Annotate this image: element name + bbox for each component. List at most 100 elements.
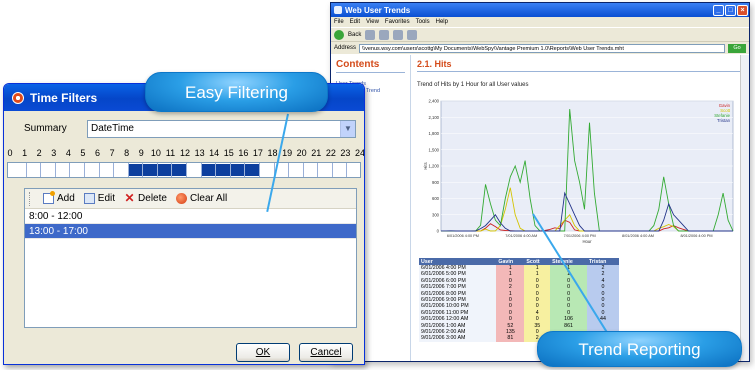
hour-label: 14 [209,148,220,158]
y-tick-label: 2,400 [429,99,440,104]
browser-window: Web User Trends _ □ × File Edit View Fav… [330,2,750,362]
y-axis-label: Hits [423,162,428,169]
hour-label: 6 [94,148,101,158]
add-button[interactable]: Add [43,191,75,204]
menu-edit[interactable]: Edit [350,19,360,25]
hour-tick [288,163,290,177]
browser-titlebar: Web User Trends _ □ × [331,3,749,17]
hour-label: 15 [223,148,234,158]
hour-label: 7 [109,148,115,158]
menu-tools[interactable]: Tools [416,19,430,25]
summary-select[interactable]: DateTime ▼ [87,120,356,138]
hour-tick [69,163,71,177]
clear-all-icon [175,193,187,204]
summary-value: DateTime [91,123,134,134]
go-button[interactable]: Go [728,43,746,53]
hour-label: 24 [354,148,365,158]
chevron-down-icon[interactable]: ▼ [340,121,355,137]
hour-tick [156,163,158,177]
report-section-title: 2.1. Hits [417,59,743,72]
cancel-button[interactable]: Cancel [299,343,353,362]
hour-tick [54,163,56,177]
hour-tick [244,163,246,177]
clear-all-button[interactable]: Clear All [175,193,227,204]
home-icon[interactable] [407,29,418,40]
hour-tick [229,163,231,177]
y-tick-label: 2,100 [429,115,440,120]
hour-tick [98,163,100,177]
edit-label: Edit [97,193,116,204]
delete-icon: ✕ [124,191,135,205]
hour-label: 10 [150,148,161,158]
close-icon[interactable]: × [737,4,748,16]
hour-label: 1 [22,148,28,158]
refresh-icon[interactable] [393,29,404,40]
filter-toolbar: Add Edit ✕ Delete Clear All [25,189,356,209]
hour-label: 18 [267,148,278,158]
hour-tick [83,163,85,177]
hour-tick [258,163,260,177]
hour-label: 9 [138,148,144,158]
x-tick-label: 7/01/2006 4:00 PM [564,234,596,238]
hour-label: 17 [252,148,263,158]
hour-tick [25,163,27,177]
hour-scale: 0 1 2 3 4 5 6 7 8 9 10 11 12 13 14 15 16 17 18 19 20 21 22 23 24 [4,148,365,160]
hour-tick [215,163,217,177]
hour-tick [317,163,319,177]
hour-tick [302,163,304,177]
y-tick-label: 600 [432,196,440,201]
hour-label: 4 [65,148,71,158]
menu-file[interactable]: File [334,19,344,25]
column-header: Gavin [496,258,525,265]
address-input[interactable]: \\venus.wsy.com\users\scottg\My Document… [359,43,725,53]
column-header: User [419,258,497,265]
y-tick-label: 1,500 [429,147,440,152]
y-tick-label: 1,200 [429,164,440,169]
filter-list-item-selected[interactable]: 13:00 - 17:00 [25,224,356,239]
hour-label: 0 [7,148,13,158]
hour-label: 11 [165,148,176,158]
address-bar: Address \\venus.wsy.com\users\scottg\My … [331,41,749,54]
hour-label: 2 [36,148,42,158]
back-icon[interactable] [334,29,344,40]
table-cell: 9/01/2006 3:00 AM [419,335,497,342]
x-tick-label: 8/01/2006 4:00 AM [622,234,654,238]
x-axis-label: Hour [582,239,592,244]
report-subtitle: Trend of Hits by 1 Hour for all User val… [417,82,529,88]
hour-label: 20 [296,148,307,158]
browser-toolbar: Back [331,27,749,41]
hour-label: 16 [238,148,249,158]
edit-button[interactable]: Edit [83,193,116,204]
hour-tick [186,163,187,177]
hour-label: 13 [194,148,205,158]
ok-button[interactable]: OK [236,343,290,362]
hour-timeline[interactable] [7,162,361,178]
delete-button[interactable]: ✕ Delete [124,191,167,205]
menu-help[interactable]: Help [436,19,448,25]
y-tick-label: 1,800 [429,131,440,136]
hour-label: 22 [325,148,336,158]
back-label[interactable]: Back [348,32,361,38]
minimize-icon[interactable]: _ [713,4,724,16]
hour-label: 3 [51,148,57,158]
vertical-scrollbar[interactable] [740,55,749,361]
hour-tick [127,163,129,177]
y-tick-label: 900 [432,180,440,185]
summary-label: Summary [24,123,67,134]
toolbar-grip [29,191,32,206]
menu-view[interactable]: View [366,19,379,25]
forward-icon[interactable] [365,29,376,40]
hour-tick [171,163,173,177]
maximize-icon[interactable]: □ [725,4,736,16]
browser-menubar: File Edit View Favorites Tools Help [331,17,749,27]
legend-entry: Tristan [717,118,731,123]
cancel-label: Cancel [310,347,342,358]
filter-list-item[interactable]: 8:00 - 12:00 [25,209,356,224]
edit-icon [83,193,95,204]
easy-filtering-callout: Easy Filtering [145,72,328,112]
stop-icon[interactable] [379,29,390,40]
hour-tick [346,163,348,177]
address-label: Address [334,45,357,51]
menu-favorites[interactable]: Favorites [385,19,410,25]
table-cell: 81 [496,335,525,342]
